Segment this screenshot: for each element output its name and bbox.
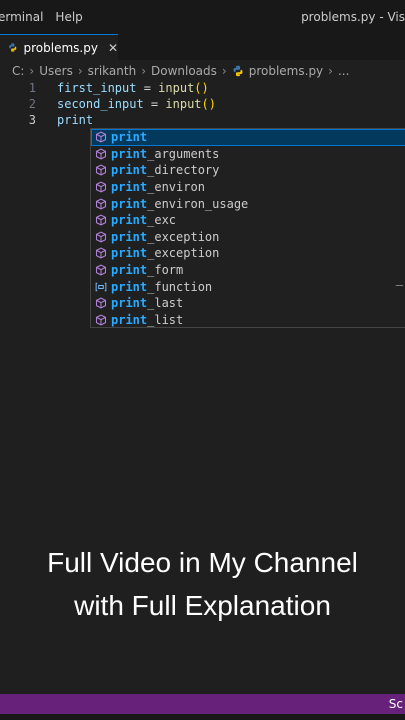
- function-name: input: [158, 81, 195, 95]
- suggestion-item[interactable]: print _exception: [91, 245, 405, 262]
- code-line[interactable]: 1 first_input = input(): [0, 80, 405, 97]
- breadcrumb-file[interactable]: problems.py: [249, 64, 323, 78]
- line-number: 1: [28, 81, 36, 95]
- suggestion-match-text: print: [111, 246, 148, 261]
- parens: (): [194, 81, 209, 95]
- suggestion-rest-text: _exc: [147, 213, 177, 228]
- class-icon: [95, 131, 107, 143]
- close-icon[interactable]: ✕: [108, 41, 118, 55]
- suggestion-rest-text: _arguments: [147, 146, 220, 161]
- chevron-right-icon: ›: [77, 64, 83, 78]
- suggestion-item[interactable]: print _exc: [91, 212, 405, 229]
- variable-icon: [95, 282, 107, 291]
- suggestion-item[interactable]: print _list: [91, 312, 405, 329]
- suggestion-match-text: print: [111, 296, 148, 311]
- suggestion-match-text: print: [111, 229, 148, 244]
- class-icon: [95, 231, 107, 243]
- chevron-right-icon: ›: [328, 64, 333, 78]
- class-icon: [95, 314, 107, 326]
- line-number: 2: [28, 97, 36, 111]
- tab-label: problems.py: [23, 40, 98, 55]
- tab-problems-py[interactable]: problems.py ✕: [0, 34, 118, 60]
- line-code[interactable]: print: [57, 112, 93, 129]
- suggestion-rest-text: _form: [147, 263, 184, 278]
- chevron-right-icon: ›: [29, 64, 35, 78]
- line-code[interactable]: first_input = input(): [57, 80, 209, 97]
- suggestion-match-text: print: [111, 146, 148, 161]
- breadcrumb-symbol[interactable]: ...: [338, 64, 349, 78]
- suggestion-item[interactable]: print _function –: [91, 278, 405, 295]
- video-caption-line-1: Full Video in My Channel: [47, 547, 358, 578]
- window-title: problems.py - Vis: [301, 10, 405, 24]
- autocomplete-suggestions[interactable]: print print _arguments print _directory print…: [90, 128, 405, 328]
- operator: =: [143, 97, 166, 111]
- suggestion-item[interactable]: print _exception: [91, 229, 405, 246]
- suggestion-rest-text: _environ: [147, 180, 205, 195]
- suggestion-trailing-mark: –: [395, 278, 403, 293]
- suggestion-match-text: print: [111, 196, 148, 211]
- class-icon: [95, 248, 107, 259]
- breadcrumb-downloads[interactable]: Downloads: [151, 64, 217, 78]
- breadcrumb-drive[interactable]: C:: [12, 64, 24, 78]
- breadcrumb-users[interactable]: Users: [39, 64, 73, 78]
- video-caption-line-2: with Full Explanation: [74, 590, 331, 621]
- suggestion-rest-text: _function: [147, 279, 213, 294]
- suggestion-rest-text: _exception: [147, 246, 220, 261]
- menu-terminal[interactable]: erminal: [0, 10, 49, 24]
- suggestion-rest-text: _list: [147, 312, 184, 327]
- suggestion-item[interactable]: print: [91, 129, 405, 146]
- function-name: input: [165, 97, 202, 111]
- suggestion-rest-text: _environ_usage: [147, 196, 249, 211]
- chevron-right-icon: ›: [221, 64, 227, 78]
- suggestion-item[interactable]: print _directory: [91, 162, 405, 179]
- suggestion-rest-text: _last: [147, 296, 184, 311]
- suggestion-rest-text: _exception: [147, 229, 220, 244]
- bottom-strip: [0, 714, 405, 720]
- breadcrumb: C: › Users › srikanth › Downloads › prob…: [12, 62, 349, 80]
- suggestion-rest-text: _directory: [147, 163, 220, 178]
- operator: =: [136, 81, 159, 95]
- suggestion-item[interactable]: print _environ: [91, 179, 405, 196]
- python-file-icon: [233, 65, 243, 77]
- suggestion-match-text: print: [111, 312, 148, 327]
- suggestion-item[interactable]: print _form: [91, 262, 405, 279]
- python-file-icon: [9, 43, 17, 52]
- suggestion-match-text: print: [111, 213, 148, 228]
- class-icon: [95, 165, 107, 176]
- suggestion-match-text: print: [111, 180, 148, 195]
- code-line-active[interactable]: 3 print: [0, 112, 405, 129]
- line-code[interactable]: second_input = input(): [57, 96, 216, 113]
- suggestion-item[interactable]: print _environ_usage: [91, 195, 405, 212]
- menu-bar: erminal Help problems.py - Vis: [0, 0, 405, 34]
- class-icon: [95, 214, 107, 226]
- code-line[interactable]: 2 second_input = input(): [0, 96, 405, 113]
- status-bar: Sc: [0, 694, 405, 714]
- menu-help[interactable]: Help: [49, 10, 88, 24]
- class-icon: [95, 297, 107, 309]
- class-icon: [95, 181, 107, 193]
- suggestion-match-text: print: [111, 263, 148, 278]
- suggestion-match-text: print: [111, 163, 148, 178]
- class-icon: [95, 148, 107, 160]
- suggestion-match-text: print: [111, 279, 148, 294]
- suggestion-match-text: print: [111, 130, 148, 145]
- identifier: first_input: [57, 81, 137, 95]
- class-icon: [95, 264, 107, 276]
- parens: (): [201, 97, 216, 111]
- class-icon: [95, 198, 107, 210]
- tab-bar: problems.py ✕: [0, 34, 405, 60]
- breadcrumb-srikanth[interactable]: srikanth: [88, 64, 137, 78]
- identifier: second_input: [57, 97, 144, 111]
- chevron-right-icon: ›: [141, 64, 146, 78]
- status-item[interactable]: Sc: [389, 697, 403, 711]
- line-number: 3: [28, 113, 36, 127]
- suggestion-item[interactable]: print _arguments: [91, 146, 405, 163]
- suggestion-item[interactable]: print _last: [91, 295, 405, 312]
